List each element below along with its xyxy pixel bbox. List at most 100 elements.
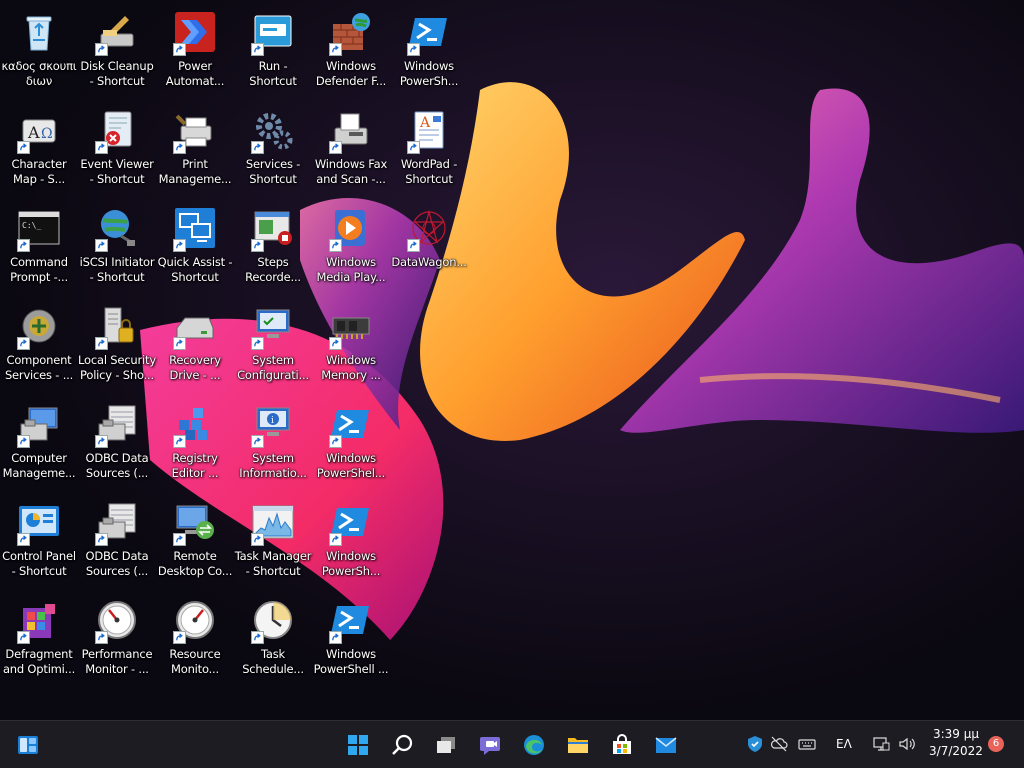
desktop-icon-powershell[interactable]: Windows PowerSh... [390, 4, 468, 94]
shortcut-arrow-icon [254, 633, 261, 641]
shortcut-overlay [17, 533, 30, 546]
desktop-icon-local-security[interactable]: Local Security Policy - Sho... [78, 298, 156, 388]
shortcut-overlay [95, 631, 108, 644]
defender-tray-icon [748, 736, 762, 752]
store-button[interactable] [606, 729, 638, 761]
shortcut-arrow-icon [410, 241, 417, 249]
onedrive-tray-icon [770, 736, 788, 752]
start-button[interactable] [342, 729, 374, 761]
desktop-icon-print-management[interactable]: Print Manageme... [156, 102, 234, 192]
shortcut-arrow-icon [332, 45, 339, 53]
desktop-icon-character-map[interactable]: A Ω Character Map - S... [0, 102, 78, 192]
desktop-icon-label: Defragment and Optimi... [2, 647, 76, 676]
desktop-icon-odbc[interactable]: ODBC Data Sources (... [78, 396, 156, 486]
registry-editor-icon [171, 400, 219, 448]
shortcut-overlay [329, 435, 342, 448]
edge-button[interactable] [518, 729, 550, 761]
desktop-icon-recovery-drive[interactable]: Recovery Drive - ... [156, 298, 234, 388]
shortcut-overlay [329, 239, 342, 252]
svg-text:i: i [271, 416, 274, 426]
shortcut-overlay [95, 435, 108, 448]
desktop-icon-fax[interactable]: Windows Fax and Scan -... [312, 102, 390, 192]
desktop-icon-powershell[interactable]: Windows PowerShel... [312, 396, 390, 486]
system-clock[interactable]: 3:39 μμ 3/7/2022 [922, 726, 990, 760]
desktop-icon-media-player[interactable]: Windows Media Play... [312, 200, 390, 290]
shortcut-overlay [17, 435, 30, 448]
desktop-icon-task-manager[interactable]: Task Manager - Shortcut [234, 494, 312, 584]
shortcut-overlay [17, 141, 30, 154]
desktop-icon-performance-monitor[interactable]: Performance Monitor - ... [78, 592, 156, 682]
shortcut-arrow-icon [332, 143, 339, 151]
desktop-icon-run[interactable]: Run - Shortcut [234, 4, 312, 94]
desktop-icon-label: WordPad - Shortcut [400, 157, 458, 186]
desktop-icon-quick-assist[interactable]: Quick Assist - Shortcut [156, 200, 234, 290]
quick-assist-icon [171, 204, 219, 252]
network-tray[interactable] [872, 735, 890, 753]
shortcut-overlay [173, 435, 186, 448]
search-button[interactable] [386, 729, 418, 761]
onedrive-tray[interactable] [770, 735, 788, 753]
desktop-icon-label: DataWagon... [391, 255, 467, 269]
desktop-icon-services[interactable]: Services - Shortcut [234, 102, 312, 192]
desktop-icon-memory-diagnostic[interactable]: Windows Memory ... [312, 298, 390, 388]
desktop-icon-label: Windows PowerShel... [316, 451, 386, 480]
mail-button[interactable] [650, 729, 682, 761]
desktop-icon-component-services[interactable]: Component Services - ... [0, 298, 78, 388]
shortcut-arrow-icon [254, 339, 261, 347]
desktop-icon-label: Windows Media Play... [316, 255, 386, 284]
notification-badge[interactable]: 6 [988, 736, 1004, 752]
desktop-icon-label: Power Automat... [165, 59, 225, 88]
desktop-icon-system-info[interactable]: i System Informatio... [234, 396, 312, 486]
widgets-button[interactable] [12, 729, 44, 761]
wordpad-icon: A [405, 106, 453, 154]
shortcut-overlay [329, 533, 342, 546]
desktop-icon-iscsi[interactable]: iSCSI Initiator - Shortcut [78, 200, 156, 290]
desktop-icon-label: ODBC Data Sources (... [85, 451, 149, 480]
desktop-icon-label: Event Viewer - Shortcut [80, 157, 154, 186]
desktop-icon-registry-editor[interactable]: Registry Editor ... [156, 396, 234, 486]
desktop-icon-power-automate[interactable]: Power Automat... [156, 4, 234, 94]
chat-button[interactable] [474, 729, 506, 761]
desktop-icon-label: ODBC Data Sources (... [85, 549, 149, 578]
defender-tray[interactable] [746, 735, 764, 753]
character-map-icon: AΩ [15, 106, 63, 154]
input-language[interactable]: ΕΛ [836, 737, 852, 751]
shortcut-arrow-icon [176, 633, 183, 641]
desktop-icon-datawagon[interactable]: DataWagon... [390, 200, 468, 290]
shortcut-overlay [95, 141, 108, 154]
desktop-icon-wordpad[interactable]: A WordPad - Shortcut [390, 102, 468, 192]
shortcut-arrow-icon [410, 143, 417, 151]
resource-monitor-icon [171, 596, 219, 644]
keyboard-tray[interactable] [798, 735, 816, 753]
shortcut-overlay [173, 141, 186, 154]
desktop-icon-control-panel[interactable]: Control Panel - Shortcut [0, 494, 78, 584]
desktop-icon-remote-desktop[interactable]: Remote Desktop Co... [156, 494, 234, 584]
desktop-icon-task-scheduler[interactable]: Task Schedule... [234, 592, 312, 682]
desktop-icon-steps-recorder[interactable]: Steps Recorde... [234, 200, 312, 290]
desktop-icon-grid: καδος σκουπι διων Disk Cleanup - Shortcut… [0, 0, 1024, 720]
shortcut-arrow-icon [20, 437, 27, 445]
shortcut-arrow-icon [20, 535, 27, 543]
desktop-icon-odbc[interactable]: ODBC Data Sources (... [78, 494, 156, 584]
shortcut-arrow-icon [98, 535, 105, 543]
desktop-icon-powershell[interactable]: Windows PowerSh... [312, 494, 390, 584]
shortcut-overlay [95, 43, 108, 56]
desktop-icon-powershell[interactable]: Windows PowerShell ... [312, 592, 390, 682]
desktop-icon-disk-cleanup[interactable]: Disk Cleanup - Shortcut [78, 4, 156, 94]
desktop-icon-system-config[interactable]: System Configurati... [234, 298, 312, 388]
folder-icon [568, 738, 588, 753]
desktop-icon-firewall[interactable]: Windows Defender F... [312, 4, 390, 94]
task-view-button[interactable] [430, 729, 462, 761]
powershell-icon [327, 596, 375, 644]
desktop-icon-recycle-bin[interactable]: καδος σκουπι διων [0, 4, 78, 94]
desktop-icon-computer-management[interactable]: Computer Manageme... [0, 396, 78, 486]
clock-time: 3:39 μμ [932, 727, 980, 741]
volume-tray[interactable] [898, 735, 916, 753]
desktop-icon-event-viewer[interactable]: Event Viewer - Shortcut [78, 102, 156, 192]
desktop-icon-command-prompt[interactable]: C:\_ Command Prompt -... [0, 200, 78, 290]
file-explorer-button[interactable] [562, 729, 594, 761]
shortcut-arrow-icon [98, 633, 105, 641]
shortcut-overlay [173, 337, 186, 350]
desktop-icon-defragment[interactable]: Defragment and Optimi... [0, 592, 78, 682]
desktop-icon-resource-monitor[interactable]: Resource Monito... [156, 592, 234, 682]
